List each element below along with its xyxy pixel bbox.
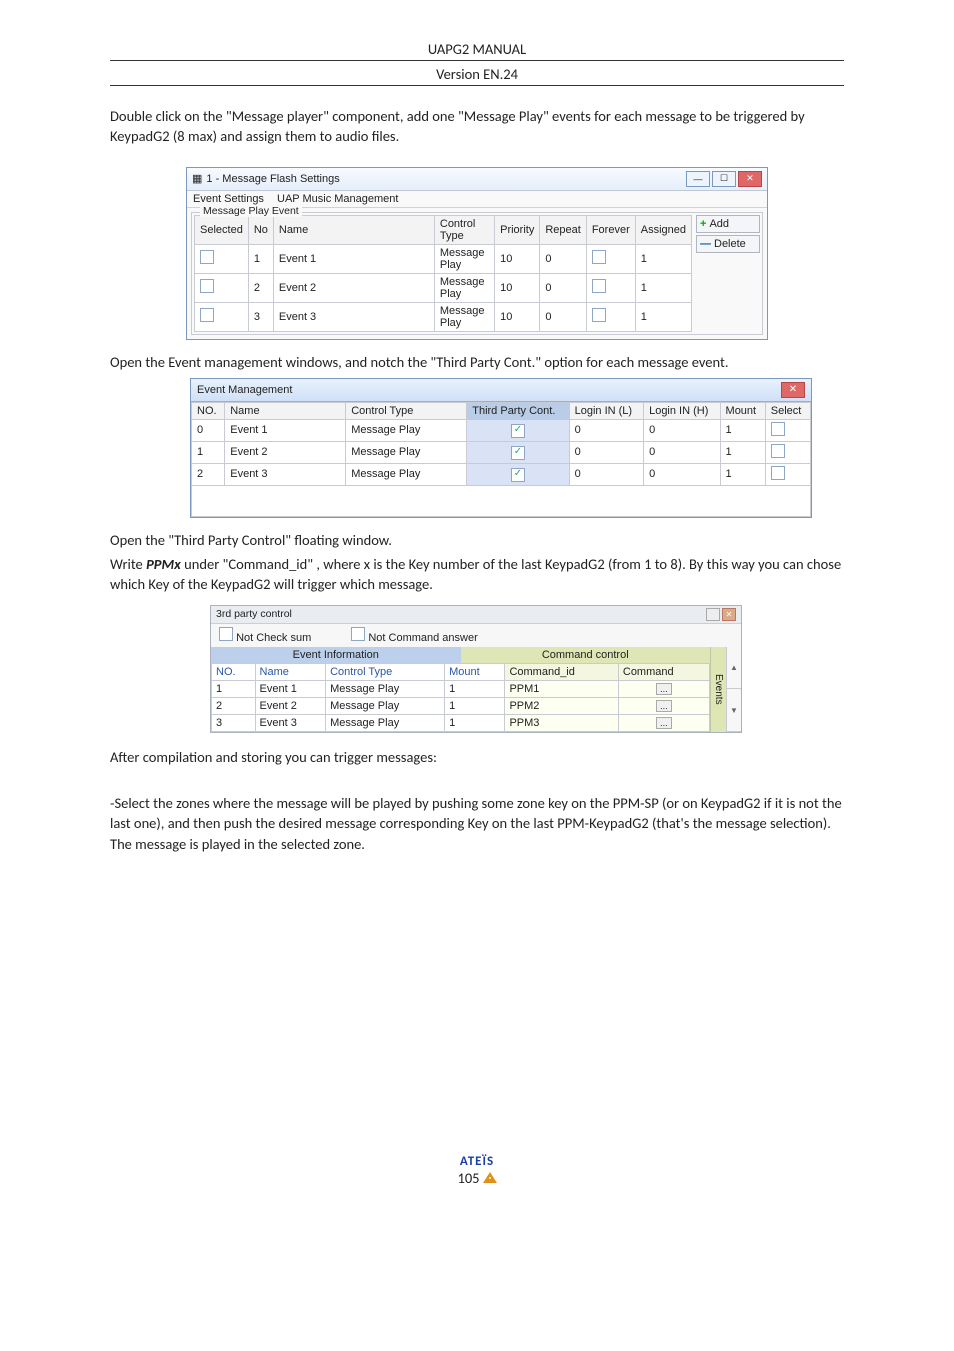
command-edit-button[interactable]: ... — [656, 700, 672, 712]
delete-button[interactable]: —Delete — [696, 235, 760, 253]
paragraph-5: -Select the zones where the message will… — [110, 793, 844, 854]
col-assigned: Assigned — [635, 215, 691, 244]
command-control-header: Command control — [461, 647, 711, 663]
selected-checkbox[interactable] — [200, 279, 214, 293]
scroll-down-button[interactable]: ▼ — [727, 689, 741, 732]
close-button[interactable]: ✕ — [738, 171, 762, 187]
table-row[interactable]: 2 Event 3 Message Play 0 0 1 — [192, 463, 811, 485]
doc-title: UAPG2 MANUAL — [110, 40, 844, 61]
minus-icon: — — [700, 238, 711, 250]
plus-icon: + — [700, 218, 706, 230]
events-side-tab[interactable]: Events — [710, 647, 726, 732]
triangle-icon — [483, 1172, 497, 1183]
doc-version: Version EN.24 — [110, 65, 844, 86]
table-row[interactable]: 1 Event 2 Message Play 0 0 1 — [192, 441, 811, 463]
col-select: Select — [765, 402, 810, 419]
table-row[interactable]: 0 Event 1 Message Play 0 0 1 — [192, 419, 811, 441]
select-checkbox[interactable] — [771, 466, 785, 480]
message-flash-settings-window: ▦ 1 - Message Flash Settings — ☐ ✕ Event… — [186, 167, 768, 340]
brand-logo: ATEÏS — [110, 1154, 844, 1169]
command-id-cell[interactable]: PPM3 — [505, 714, 618, 731]
col-mount: Mount — [445, 663, 505, 680]
event-management-table: NO. Name Control Type Third Party Cont. … — [191, 402, 811, 517]
col-selected: Selected — [195, 215, 249, 244]
scroll-up-button[interactable]: ▲ — [727, 647, 741, 690]
third-party-checkbox[interactable] — [511, 446, 525, 460]
table-row[interactable]: 1 Event 1 Message Play 1 PPM1 ... — [212, 680, 710, 697]
maximize-button[interactable]: ☐ — [712, 171, 736, 187]
col-control-type: Control Type — [346, 402, 467, 419]
select-checkbox[interactable] — [771, 444, 785, 458]
third-party-checkbox[interactable] — [511, 424, 525, 438]
close-button[interactable]: ✕ — [781, 382, 805, 398]
menu-uap-music-management[interactable]: UAP Music Management — [277, 193, 398, 205]
col-control-type: Control Type — [434, 215, 494, 244]
col-login-in-h: Login IN (H) — [644, 402, 720, 419]
event-management-window: Event Management ✕ NO. Name Control Type… — [190, 378, 812, 518]
col-no: NO. — [192, 402, 225, 419]
col-name: Name — [225, 402, 346, 419]
third-party-checkbox[interactable] — [511, 468, 525, 482]
minimize-button[interactable]: — — [686, 171, 710, 187]
forever-checkbox[interactable] — [592, 308, 606, 322]
add-button[interactable]: +Add — [696, 215, 760, 233]
col-repeat: Repeat — [540, 215, 586, 244]
window-title: 1 - Message Flash Settings — [206, 173, 339, 185]
forever-checkbox[interactable] — [592, 250, 606, 264]
col-command-id: Command_id — [505, 663, 618, 680]
col-control-type: Control Type — [326, 663, 445, 680]
command-edit-button[interactable]: ... — [656, 717, 672, 729]
window-title: 3rd party control — [216, 608, 292, 620]
command-edit-button[interactable]: ... — [656, 683, 672, 695]
col-no: No — [248, 215, 273, 244]
third-party-control-window: 3rd party control ✕ Not Check sum Not Co… — [210, 605, 742, 733]
col-no: NO. — [212, 663, 256, 680]
table-row[interactable]: 3 Event 3 Message Play 10 0 1 — [195, 302, 692, 331]
checkbox[interactable] — [219, 627, 233, 641]
message-play-event-table: Selected No Name Control Type Priority R… — [194, 215, 692, 332]
window-icon: ▦ — [192, 172, 202, 185]
table-row[interactable]: 1 Event 1 Message Play 10 0 1 — [195, 244, 692, 273]
window-title: Event Management — [197, 384, 292, 396]
col-name: Name — [255, 663, 326, 680]
paragraph-3b: Write PPMx under "Command_id" , where x … — [110, 554, 844, 595]
select-checkbox[interactable] — [771, 422, 785, 436]
col-command: Command — [618, 663, 709, 680]
menu-event-settings[interactable]: Event Settings — [193, 193, 264, 205]
checkbox[interactable] — [351, 627, 365, 641]
third-party-table: NO. Name Control Type Mount Command_id C… — [211, 663, 710, 732]
paragraph-1: Double click on the "Message player" com… — [110, 106, 844, 147]
col-priority: Priority — [495, 215, 540, 244]
col-mount: Mount — [720, 402, 765, 419]
selected-checkbox[interactable] — [200, 250, 214, 264]
table-row[interactable]: 2 Event 2 Message Play 10 0 1 — [195, 273, 692, 302]
pin-icon[interactable] — [706, 608, 720, 621]
table-row[interactable]: 2 Event 2 Message Play 1 PPM2 ... — [212, 697, 710, 714]
paragraph-4: After compilation and storing you can tr… — [110, 747, 844, 767]
paragraph-2: Open the Event management windows, and n… — [110, 352, 844, 372]
selected-checkbox[interactable] — [200, 308, 214, 322]
not-check-sum-option[interactable]: Not Check sum — [219, 627, 311, 644]
col-third-party-cont: Third Party Cont. — [467, 402, 569, 419]
paragraph-3a: Open the "Third Party Control" floating … — [110, 530, 844, 550]
col-forever: Forever — [586, 215, 635, 244]
command-id-cell[interactable]: PPM2 — [505, 697, 618, 714]
forever-checkbox[interactable] — [592, 279, 606, 293]
col-login-in-l: Login IN (L) — [569, 402, 643, 419]
event-information-header: Event Information — [211, 647, 461, 663]
col-name: Name — [273, 215, 434, 244]
page-number: 105 — [457, 1169, 479, 1187]
group-label: Message Play Event — [200, 205, 302, 217]
table-row[interactable]: 3 Event 3 Message Play 1 PPM3 ... — [212, 714, 710, 731]
not-command-answer-option[interactable]: Not Command answer — [351, 627, 478, 644]
command-id-cell[interactable]: PPM1 — [505, 680, 618, 697]
close-button[interactable]: ✕ — [722, 608, 736, 621]
